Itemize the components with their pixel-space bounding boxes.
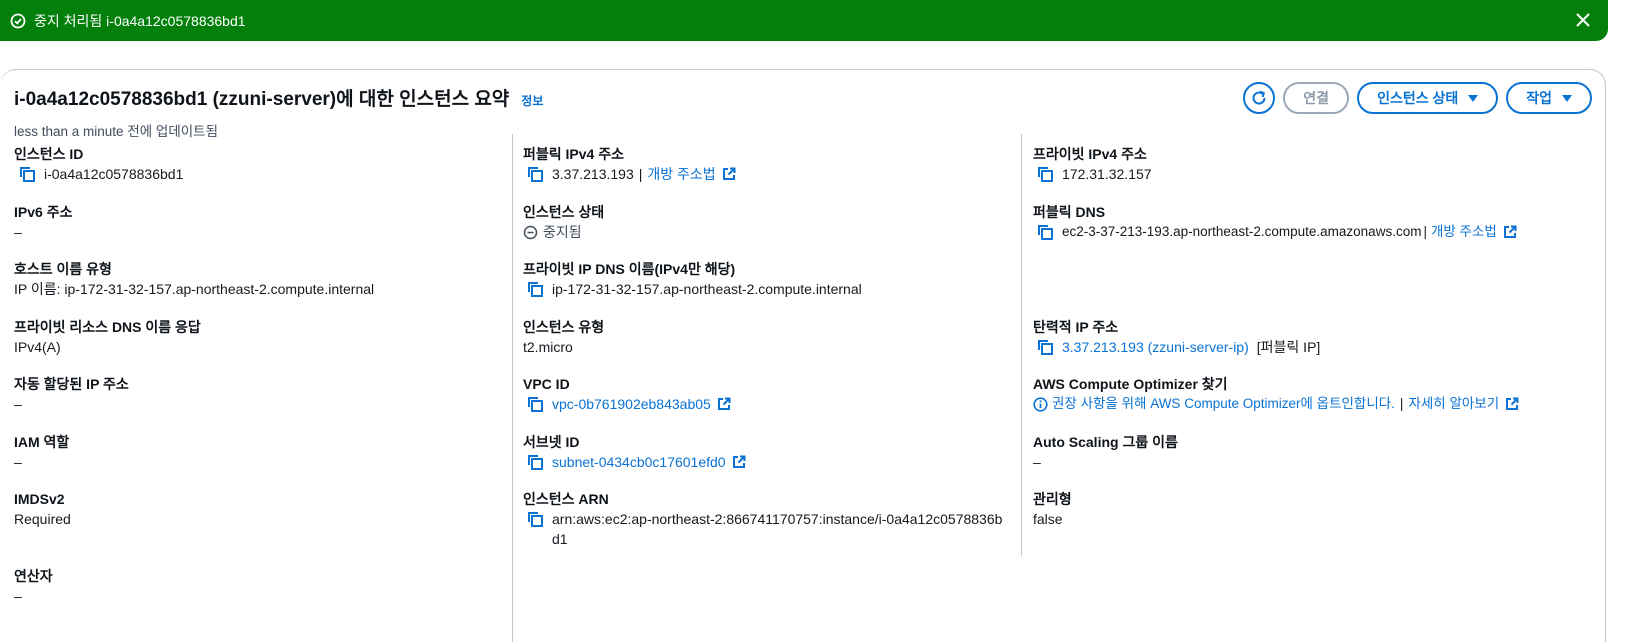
instance-id-field: 인스턴스 ID i-0a4a12c0578836bd1 — [14, 146, 184, 183]
instance-arn-field: 인스턴스 ARN arn:aws:ec2:ap-northeast-2:8667… — [523, 491, 1003, 547]
caret-down-icon — [1468, 94, 1479, 102]
copy-icon[interactable] — [526, 453, 544, 471]
public-dns-field: 퍼블릭 DNS ec2-3-37-213-193.ap-northeast-2.… — [1033, 202, 1517, 242]
instance-type-field: 인스턴스 유형 t2.micro — [523, 319, 605, 355]
imdsv2-field: IMDSv2 Required — [14, 491, 71, 527]
copy-icon[interactable] — [1036, 338, 1054, 356]
copy-icon[interactable] — [526, 280, 544, 298]
public-ipv4-field: 퍼블릭 IPv4 주소 3.37.213.193 | 개방 주소법 — [523, 144, 736, 184]
stopped-status-icon — [523, 225, 538, 240]
operator-field: 연산자 – — [14, 568, 53, 604]
external-link-icon[interactable] — [717, 397, 731, 411]
open-address-link[interactable]: 개방 주소법 — [1431, 222, 1497, 242]
page-title: i-0a4a12c0578836bd1 (zzuni-server)에 대한 인… — [14, 89, 510, 110]
instance-id-value: i-0a4a12c0578836bd1 — [44, 166, 184, 182]
copy-icon[interactable] — [18, 165, 36, 183]
connect-button[interactable]: 연결 — [1283, 82, 1350, 114]
external-link-icon[interactable] — [722, 167, 736, 181]
refresh-icon — [1252, 90, 1266, 105]
flash-message: 중지 처리됨 i-0a4a12c0578836bd1 — [34, 12, 246, 29]
external-link-icon[interactable] — [1505, 397, 1519, 411]
copy-icon[interactable] — [526, 395, 544, 413]
instance-summary-panel — [0, 69, 1606, 642]
success-flashbar: 중지 처리됨 i-0a4a12c0578836bd1 — [0, 0, 1608, 41]
close-icon[interactable] — [1572, 9, 1594, 31]
open-address-link[interactable]: 개방 주소법 — [647, 164, 715, 184]
instance-state-button[interactable]: 인스턴스 상태 — [1357, 82, 1499, 114]
subnet-id-field: 서브넷 ID subnet-0434cb0c17601efd0 — [523, 432, 746, 472]
copy-icon[interactable] — [526, 165, 544, 183]
auto-assigned-ip-field: 자동 할당된 IP 주소 – — [14, 376, 129, 412]
last-updated-text: less than a minute 전에 업데이트됨 — [14, 124, 219, 139]
copy-icon[interactable] — [1036, 165, 1054, 183]
vpc-id-link[interactable]: vpc-0b761902eb843ab05 — [552, 394, 711, 414]
subnet-id-link[interactable]: subnet-0434cb0c17601efd0 — [552, 452, 726, 472]
hostname-type-field: 호스트 이름 유형 IP 이름: ip-172-31-32-157.ap-nor… — [14, 261, 375, 297]
learn-more-link[interactable]: 자세히 알아보기 — [1408, 394, 1499, 414]
actions-button[interactable]: 작업 — [1506, 82, 1592, 114]
managed-field: 관리형 false — [1033, 491, 1072, 527]
success-check-icon — [10, 13, 26, 29]
elastic-ip-field: 탄력적 IP 주소 3.37.213.193 (zzuni-server-ip)… — [1033, 319, 1321, 357]
vpc-id-field: VPC ID vpc-0b761902eb843ab05 — [523, 374, 731, 414]
private-ipv4-field: 프라이빗 IPv4 주소 172.31.32.157 — [1033, 146, 1152, 183]
ipv6-field: IPv6 주소 – — [14, 204, 73, 240]
private-dns-response-field: 프라이빗 리소스 DNS 이름 응답 IPv4(A) — [14, 319, 201, 355]
info-icon — [1033, 396, 1048, 412]
iam-role-field: IAM 역할 – — [14, 434, 70, 470]
refresh-button[interactable] — [1243, 82, 1276, 114]
caret-down-icon — [1562, 94, 1572, 102]
optimizer-opt-in-link[interactable]: 권장 사항을 위해 AWS Compute Optimizer에 옵트인합니다. — [1052, 394, 1395, 414]
info-link[interactable]: 정보 — [521, 92, 543, 109]
copy-icon[interactable] — [1036, 223, 1054, 241]
external-link-icon[interactable] — [732, 455, 746, 469]
compute-optimizer-field: AWS Compute Optimizer 찾기 권장 사항을 위해 AWS C… — [1033, 374, 1519, 414]
column-divider — [512, 134, 513, 642]
elastic-ip-link[interactable]: 3.37.213.193 (zzuni-server-ip) — [1062, 337, 1249, 357]
external-link-icon[interactable] — [1503, 225, 1517, 239]
column-divider — [1021, 134, 1022, 556]
copy-icon[interactable] — [526, 510, 544, 528]
header-actions: 연결 인스턴스 상태 작업 — [1243, 82, 1592, 114]
auto-scaling-group-field: Auto Scaling 그룹 이름 – — [1033, 434, 1178, 470]
page-header: i-0a4a12c0578836bd1 (zzuni-server)에 대한 인… — [14, 84, 543, 111]
private-ip-dns-field: 프라이빗 IP DNS 이름(IPv4만 해당) ip-172-31-32-15… — [523, 261, 862, 298]
instance-state-field: 인스턴스 상태 중지됨 — [523, 204, 605, 240]
